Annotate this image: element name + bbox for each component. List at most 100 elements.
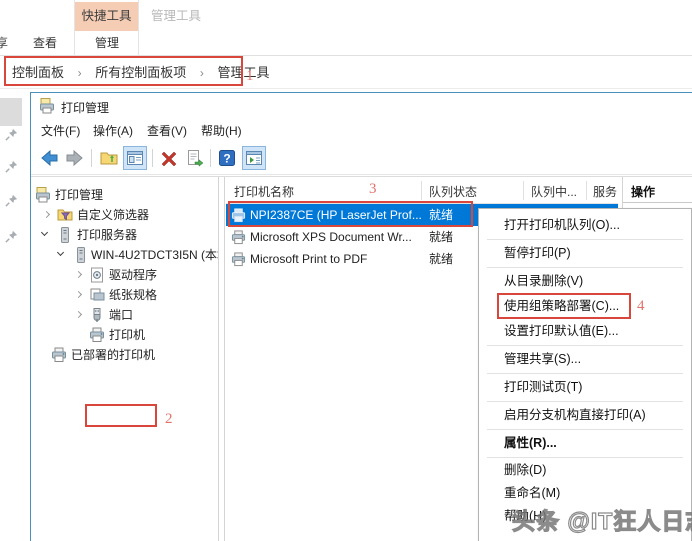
tree-item-print-management[interactable]: 打印管理 bbox=[31, 185, 218, 205]
forms-icon bbox=[89, 287, 105, 303]
help-icon bbox=[218, 149, 236, 167]
ribbon-tab-manage[interactable]: 管理 bbox=[90, 32, 124, 55]
printer-icon bbox=[89, 327, 105, 343]
menu-separator bbox=[487, 401, 683, 402]
status-ready: 就绪 bbox=[429, 248, 453, 270]
printer-icon bbox=[231, 252, 246, 267]
chevron-right-icon[interactable] bbox=[75, 311, 82, 318]
open-folder-button[interactable] bbox=[97, 146, 121, 170]
tree-item-printers[interactable]: 打印机 bbox=[31, 325, 218, 345]
column-jobs-in-queue[interactable]: 队列中... bbox=[531, 183, 577, 200]
tree-item-ports[interactable]: 端口 bbox=[31, 305, 218, 325]
tree-item-print-servers[interactable]: 打印服务器 bbox=[31, 225, 218, 245]
delete-button[interactable] bbox=[157, 146, 181, 170]
pane-splitter[interactable] bbox=[220, 177, 225, 541]
chevron-right-icon[interactable] bbox=[75, 271, 82, 278]
breadcrumb-separator-icon: › bbox=[72, 64, 88, 82]
menu-separator bbox=[487, 345, 683, 346]
nav-pane-fragment bbox=[0, 98, 22, 126]
export-list-icon bbox=[186, 149, 204, 167]
menubar: 文件(F) 操作(A) 查看(V) 帮助(H) bbox=[31, 119, 692, 141]
export-list-button[interactable] bbox=[183, 146, 207, 170]
explorer-ribbon: 快捷工具 管理工具 享 查看 管理 bbox=[0, 0, 692, 56]
menu-item-remove-from-directory[interactable]: 从目录删除(V) bbox=[479, 269, 691, 294]
menu-separator bbox=[487, 239, 683, 240]
menu-help[interactable]: 帮助(H) bbox=[195, 122, 248, 140]
open-folder-icon bbox=[100, 149, 118, 167]
annotation-number-2: 2 bbox=[165, 411, 173, 428]
show-console-tree-button[interactable] bbox=[123, 146, 147, 170]
menu-separator bbox=[487, 373, 683, 374]
action-pane-icon bbox=[245, 149, 263, 167]
column-printer-name[interactable]: 打印机名称 bbox=[234, 183, 294, 200]
menu-item-manage-sharing[interactable]: 管理共享(S)... bbox=[479, 347, 691, 372]
window-titlebar[interactable]: 打印管理 bbox=[31, 93, 692, 119]
menu-file[interactable]: 文件(F) bbox=[35, 122, 86, 140]
tree-item-forms[interactable]: 纸张规格 bbox=[31, 285, 218, 305]
breadcrumb-separator-icon: › bbox=[194, 64, 210, 82]
pin-icon bbox=[4, 159, 19, 174]
console-tree-pane: 打印管理 自定义筛选器 打印服务器 WIN-4U2TDCT3I5N (本地) bbox=[31, 177, 219, 541]
printer-icon bbox=[231, 208, 246, 223]
contextual-tab-admin-tools[interactable]: 管理工具 bbox=[146, 4, 206, 28]
pin-icon bbox=[4, 127, 19, 142]
menu-item-print-test-page[interactable]: 打印测试页(T) bbox=[479, 375, 691, 400]
watermark: 头条 @IT狂人日志 bbox=[512, 502, 692, 536]
contextual-tab-shortcut-tools[interactable]: 快捷工具 bbox=[75, 2, 138, 31]
server-icon bbox=[73, 247, 89, 263]
menu-action[interactable]: 操作(A) bbox=[87, 122, 139, 140]
chevron-down-icon[interactable] bbox=[41, 229, 48, 236]
back-button[interactable] bbox=[37, 146, 61, 170]
pin-icon bbox=[4, 229, 19, 244]
menu-item-enable-branch-office-printing[interactable]: 启用分支机构直接打印(A) bbox=[479, 403, 691, 428]
chevron-right-icon[interactable] bbox=[43, 211, 50, 218]
tree-item-server-win[interactable]: WIN-4U2TDCT3I5N (本地) bbox=[31, 245, 218, 265]
toolbar bbox=[31, 141, 692, 175]
menu-item-properties[interactable]: 属性(R)... bbox=[479, 431, 691, 456]
driver-icon bbox=[89, 267, 105, 283]
pin-icon bbox=[4, 193, 19, 208]
annotation-number-3: 3 bbox=[369, 181, 377, 198]
print-management-icon bbox=[39, 98, 55, 114]
annotation-number-4: 4 bbox=[637, 298, 645, 315]
printer-icon bbox=[51, 347, 67, 363]
forward-icon bbox=[65, 148, 85, 168]
menu-separator bbox=[487, 429, 683, 430]
tree-item-drivers[interactable]: 驱动程序 bbox=[31, 265, 218, 285]
chevron-down-icon[interactable] bbox=[57, 249, 64, 256]
breadcrumb-admin-tools[interactable]: 管理工具 bbox=[214, 64, 274, 82]
menu-item-delete[interactable]: 删除(D) bbox=[479, 459, 691, 482]
print-management-icon bbox=[35, 187, 51, 203]
address-bar[interactable]: 控制面板 › 所有控制面板项 › 管理工具 bbox=[0, 56, 692, 89]
show-action-pane-button[interactable] bbox=[242, 146, 266, 170]
menu-separator bbox=[487, 457, 683, 458]
breadcrumb: 控制面板 › 所有控制面板项 › 管理工具 bbox=[8, 64, 274, 82]
menu-view[interactable]: 查看(V) bbox=[141, 122, 193, 140]
breadcrumb-all-items[interactable]: 所有控制面板项 bbox=[91, 64, 190, 82]
breadcrumb-control-panel[interactable]: 控制面板 bbox=[8, 64, 68, 82]
ribbon-tab-share-partial[interactable]: 享 bbox=[0, 32, 13, 55]
menu-item-set-printing-defaults[interactable]: 设置打印默认值(E)... bbox=[479, 319, 691, 344]
chevron-right-icon[interactable] bbox=[75, 291, 82, 298]
server-icon bbox=[57, 227, 73, 243]
forward-button[interactable] bbox=[63, 146, 87, 170]
print-management-window: 打印管理 文件(F) 操作(A) 查看(V) 帮助(H) bbox=[30, 92, 692, 541]
annotation-number-1: 1 bbox=[246, 68, 254, 85]
menu-separator bbox=[487, 267, 683, 268]
column-server[interactable]: 服务 bbox=[593, 183, 617, 200]
window-title: 打印管理 bbox=[61, 99, 109, 116]
tree-item-deployed-printers[interactable]: 已部署的打印机 bbox=[31, 345, 218, 365]
status-ready: 就绪 bbox=[429, 204, 453, 226]
ribbon-tab-view[interactable]: 查看 bbox=[28, 32, 62, 55]
help-button[interactable] bbox=[215, 146, 239, 170]
console-tree-icon bbox=[126, 149, 144, 167]
menu-item-pause-printing[interactable]: 暂停打印(P) bbox=[479, 241, 691, 266]
menu-item-deploy-with-group-policy[interactable]: 使用组策略部署(C)... bbox=[479, 294, 691, 319]
actions-pane-title: 操作 bbox=[631, 183, 655, 200]
status-ready: 就绪 bbox=[429, 226, 453, 248]
column-queue-status[interactable]: 队列状态 bbox=[429, 183, 477, 200]
menu-item-open-printer-queue[interactable]: 打开打印机队列(O)... bbox=[479, 213, 691, 238]
tree-item-custom-filters[interactable]: 自定义筛选器 bbox=[31, 205, 218, 225]
filter-folder-icon bbox=[57, 207, 73, 223]
screenshot-root: 快捷工具 管理工具 享 查看 管理 控制面板 › 所有控制面板项 › 管理工具 … bbox=[0, 0, 692, 541]
